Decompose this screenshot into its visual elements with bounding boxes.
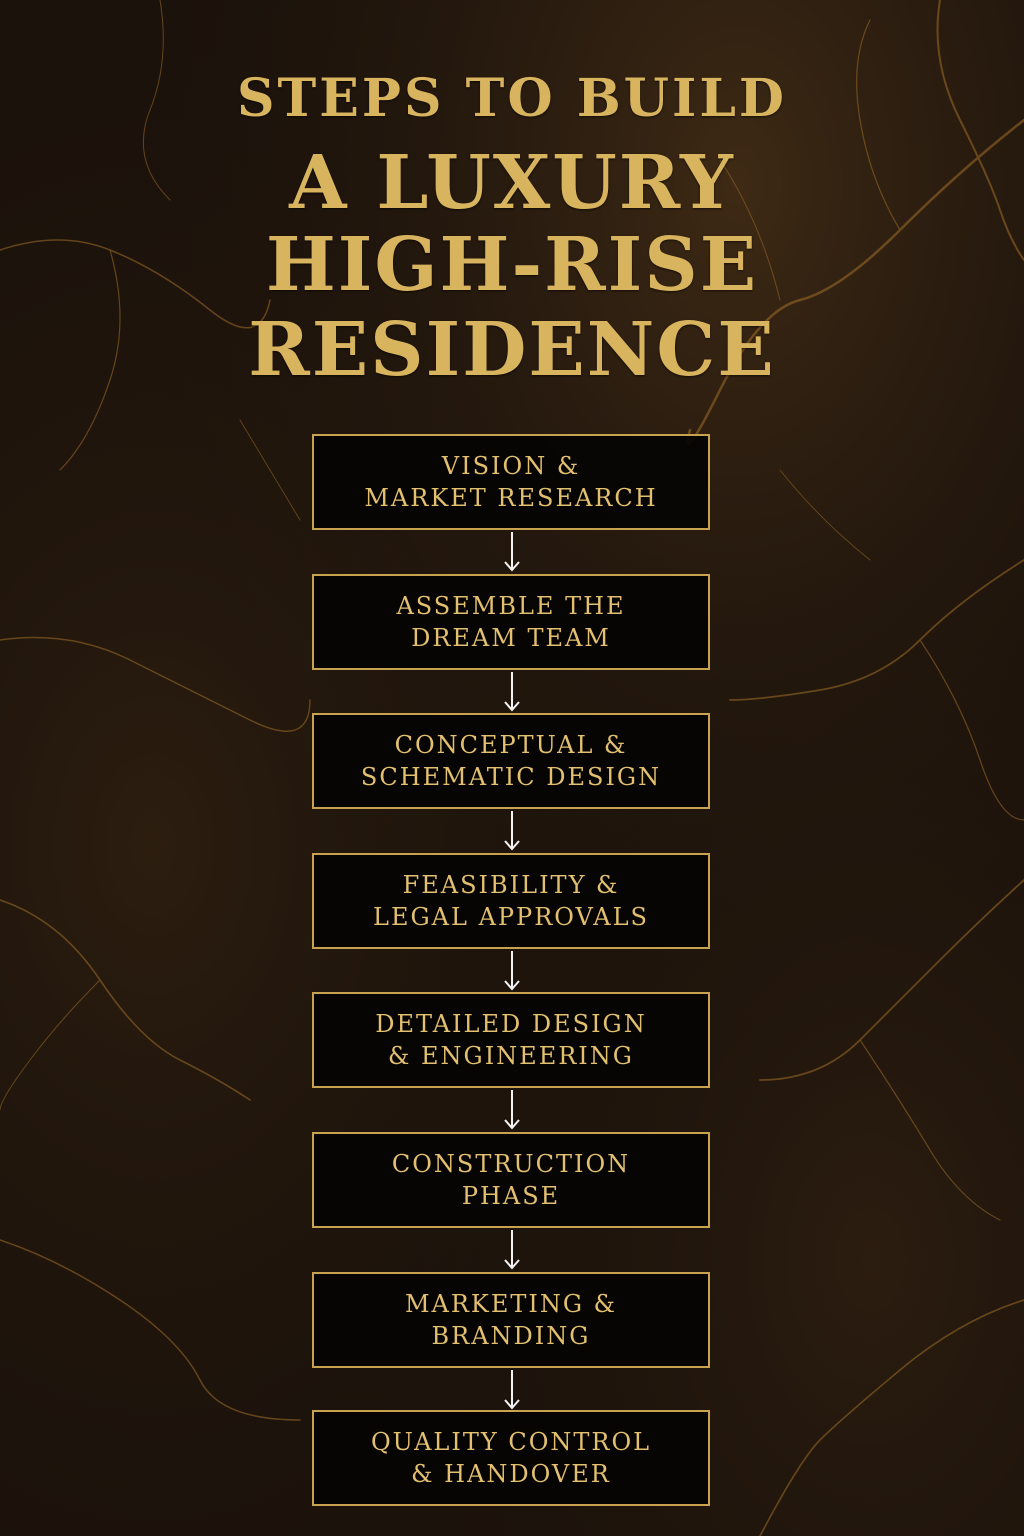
step-feasibility-legal-approvals: FEASIBILITY & LEGAL APPROVALS <box>312 853 710 949</box>
title-line-4: RESIDENCE <box>248 307 776 393</box>
down-arrow-icon <box>504 811 520 851</box>
step-quality-control-handover: QUALITY CONTROL & HANDOVER <box>312 1410 710 1506</box>
step-assemble-dream-team: ASSEMBLE THE DREAM TEAM <box>312 574 710 670</box>
step-label: QUALITY CONTROL & HANDOVER <box>370 1428 652 1488</box>
title-line-1: STEPS TO BUILD <box>236 68 787 129</box>
down-arrow-icon <box>504 951 520 991</box>
step-label: FEASIBILITY & LEGAL APPROVALS <box>373 871 649 931</box>
down-arrow-icon <box>504 672 520 712</box>
down-arrow-icon <box>504 1230 520 1270</box>
step-vision-market-research: VISION & MARKET RESEARCH <box>312 434 710 530</box>
down-arrow-icon <box>504 532 520 572</box>
title-line-3: HIGH-RISE <box>265 222 759 308</box>
step-conceptual-schematic-design: CONCEPTUAL & SCHEMATIC DESIGN <box>312 713 710 809</box>
step-marketing-branding: MARKETING & BRANDING <box>312 1272 710 1368</box>
step-label: DETAILED DESIGN & ENGINEERING <box>375 1010 647 1070</box>
step-label: CONSTRUCTION PHASE <box>391 1150 631 1210</box>
step-construction-phase: CONSTRUCTION PHASE <box>312 1132 710 1228</box>
step-label: ASSEMBLE THE DREAM TEAM <box>396 592 626 652</box>
down-arrow-icon <box>504 1370 520 1410</box>
step-detailed-design-engineering: DETAILED DESIGN & ENGINEERING <box>312 992 710 1088</box>
step-label: MARKETING & BRANDING <box>404 1290 618 1350</box>
down-arrow-icon <box>504 1090 520 1130</box>
step-label: CONCEPTUAL & SCHEMATIC DESIGN <box>360 731 662 791</box>
title-line-2: A LUXURY <box>289 140 735 226</box>
step-label: VISION & MARKET RESEARCH <box>364 452 658 512</box>
